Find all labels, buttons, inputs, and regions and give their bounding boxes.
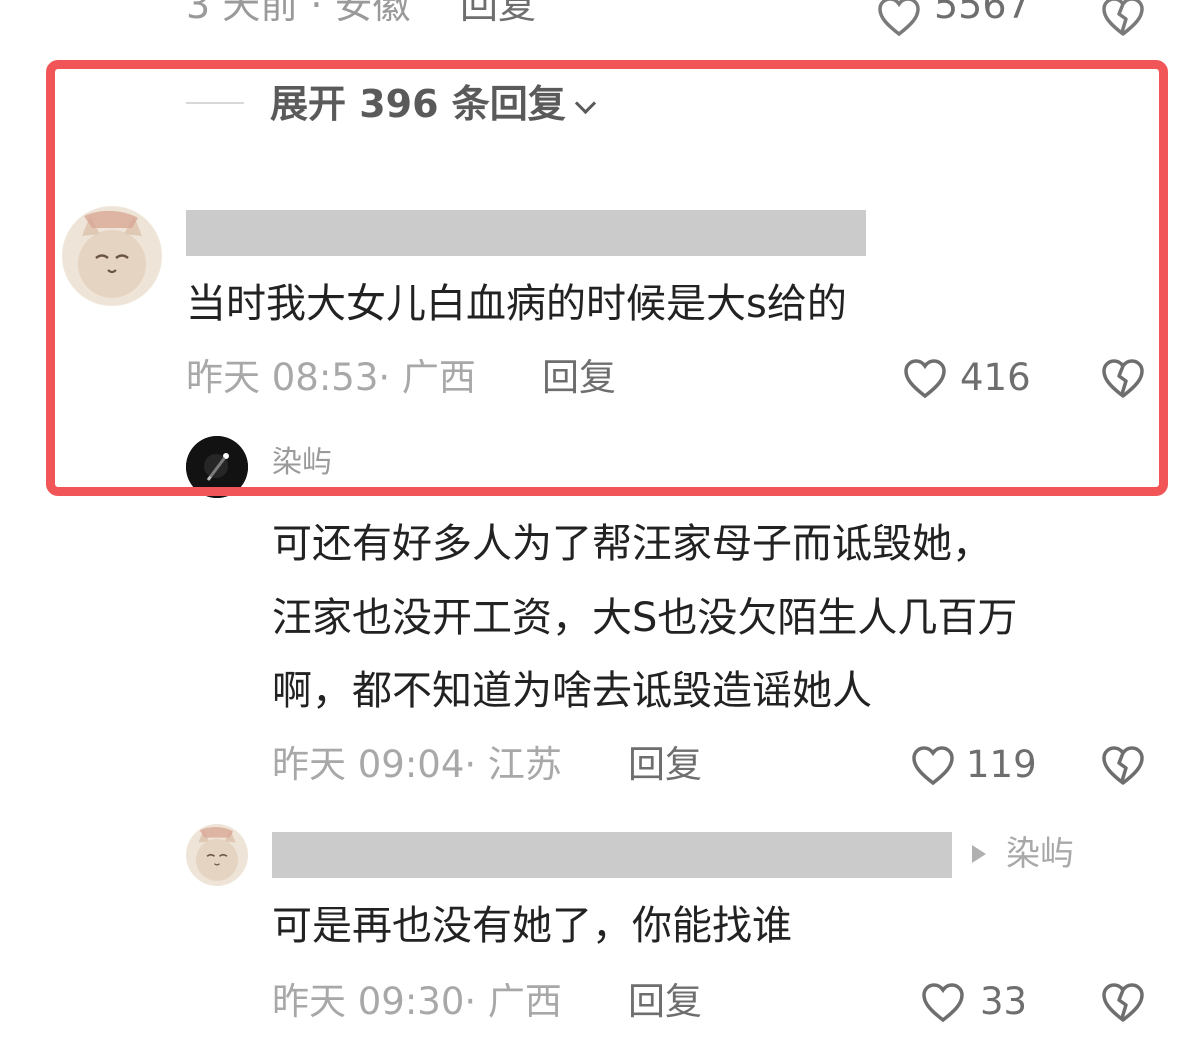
heart-icon[interactable] (910, 743, 956, 789)
broken-heart-icon[interactable] (1100, 980, 1146, 1026)
highlight-frame (46, 60, 1168, 496)
comment-text-line: 啊，都不知道为啥去诋毁造谣她人 (272, 668, 872, 714)
reply-to-username[interactable]: 染屿 (1006, 832, 1074, 876)
like-count: 33 (980, 980, 1028, 1023)
prev-dislike-icon[interactable] (1100, 0, 1146, 40)
heart-icon[interactable] (920, 980, 966, 1026)
prev-comment-meta: 3 天前 · 安徽 (186, 0, 411, 27)
prev-like-icon[interactable] (876, 0, 922, 40)
prev-reply-button[interactable]: 回复 (460, 0, 536, 24)
comment-text-line: 可还有好多人为了帮汪家母子而诋毁她， (272, 521, 992, 567)
prev-like-count: 5567 (934, 0, 1031, 27)
reply-button[interactable]: 回复 (628, 980, 702, 1024)
reply-arrow-icon (972, 845, 986, 863)
redacted-username (272, 832, 952, 878)
comment-text: 可是再也没有她了，你能找谁 (272, 903, 792, 949)
comment-text-line: 汪家也没开工资，大S也没欠陌生人几百万 (272, 595, 1018, 641)
comment-time-location: 昨天 09:04· 江苏 (272, 743, 562, 786)
broken-heart-icon[interactable] (1100, 743, 1146, 789)
avatar[interactable] (186, 824, 248, 886)
comment-time-location: 昨天 09:30· 广西 (272, 980, 562, 1023)
like-count: 119 (966, 743, 1037, 786)
reply-button[interactable]: 回复 (628, 743, 702, 787)
